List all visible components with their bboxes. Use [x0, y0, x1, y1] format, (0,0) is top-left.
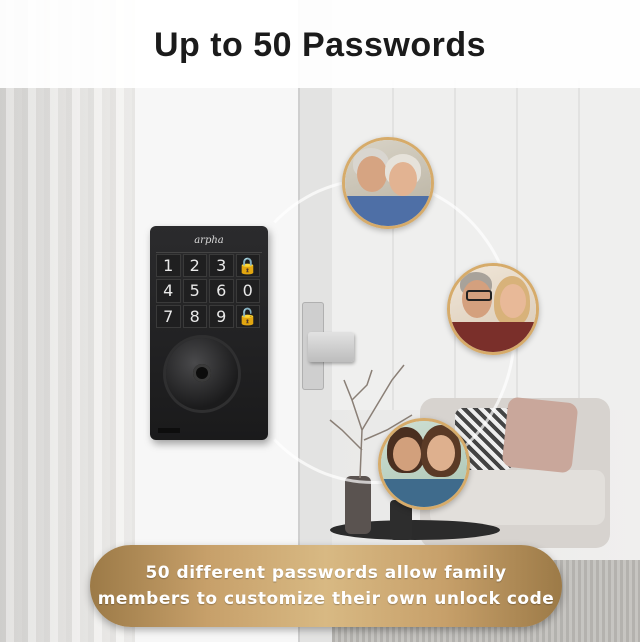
keypad: 1 2 3 🔒 4 5 6 0 7 8 9 🔓: [156, 254, 260, 328]
key-1: 1: [156, 254, 181, 278]
lock-brand-bar: arpha: [156, 232, 262, 253]
battery-slot: [158, 428, 180, 433]
brand-logo: arpha: [194, 235, 224, 246]
keyhole: [193, 364, 211, 382]
caption-text: 50 different passwords allow family memb…: [90, 560, 562, 612]
key-cylinder: [166, 338, 238, 410]
page-title: Up to 50 Passwords: [153, 26, 487, 64]
key-3: 3: [209, 254, 234, 278]
smart-deadbolt-lock: arpha 1 2 3 🔒 4 5 6 0 7 8 9 🔓: [150, 226, 268, 440]
unlock-icon: 🔓: [235, 304, 260, 328]
product-image: arpha 1 2 3 🔒 4 5 6 0 7 8 9 🔓 Up to 50 P…: [0, 0, 640, 642]
photo-couple: [447, 263, 539, 355]
pink-cushion: [501, 396, 579, 474]
key-9: 9: [209, 304, 234, 328]
key-4: 4: [156, 279, 181, 303]
deadbolt-latch: [308, 332, 354, 362]
caption-line-2: members to customize their own unlock co…: [97, 589, 555, 609]
key-7: 7: [156, 304, 181, 328]
key-2: 2: [182, 254, 207, 278]
curtain: [0, 0, 135, 642]
vase: [345, 476, 371, 534]
caption-banner: 50 different passwords allow family memb…: [90, 545, 562, 627]
header-band: Up to 50 Passwords: [0, 0, 640, 88]
photo-grandparents: [342, 137, 434, 229]
key-0: 0: [235, 279, 260, 303]
caption-line-1: 50 different passwords allow family: [145, 563, 507, 583]
key-5: 5: [182, 279, 207, 303]
key-6: 6: [209, 279, 234, 303]
lock-icon: 🔒: [235, 254, 260, 278]
key-8: 8: [182, 304, 207, 328]
photo-children: [378, 418, 470, 510]
